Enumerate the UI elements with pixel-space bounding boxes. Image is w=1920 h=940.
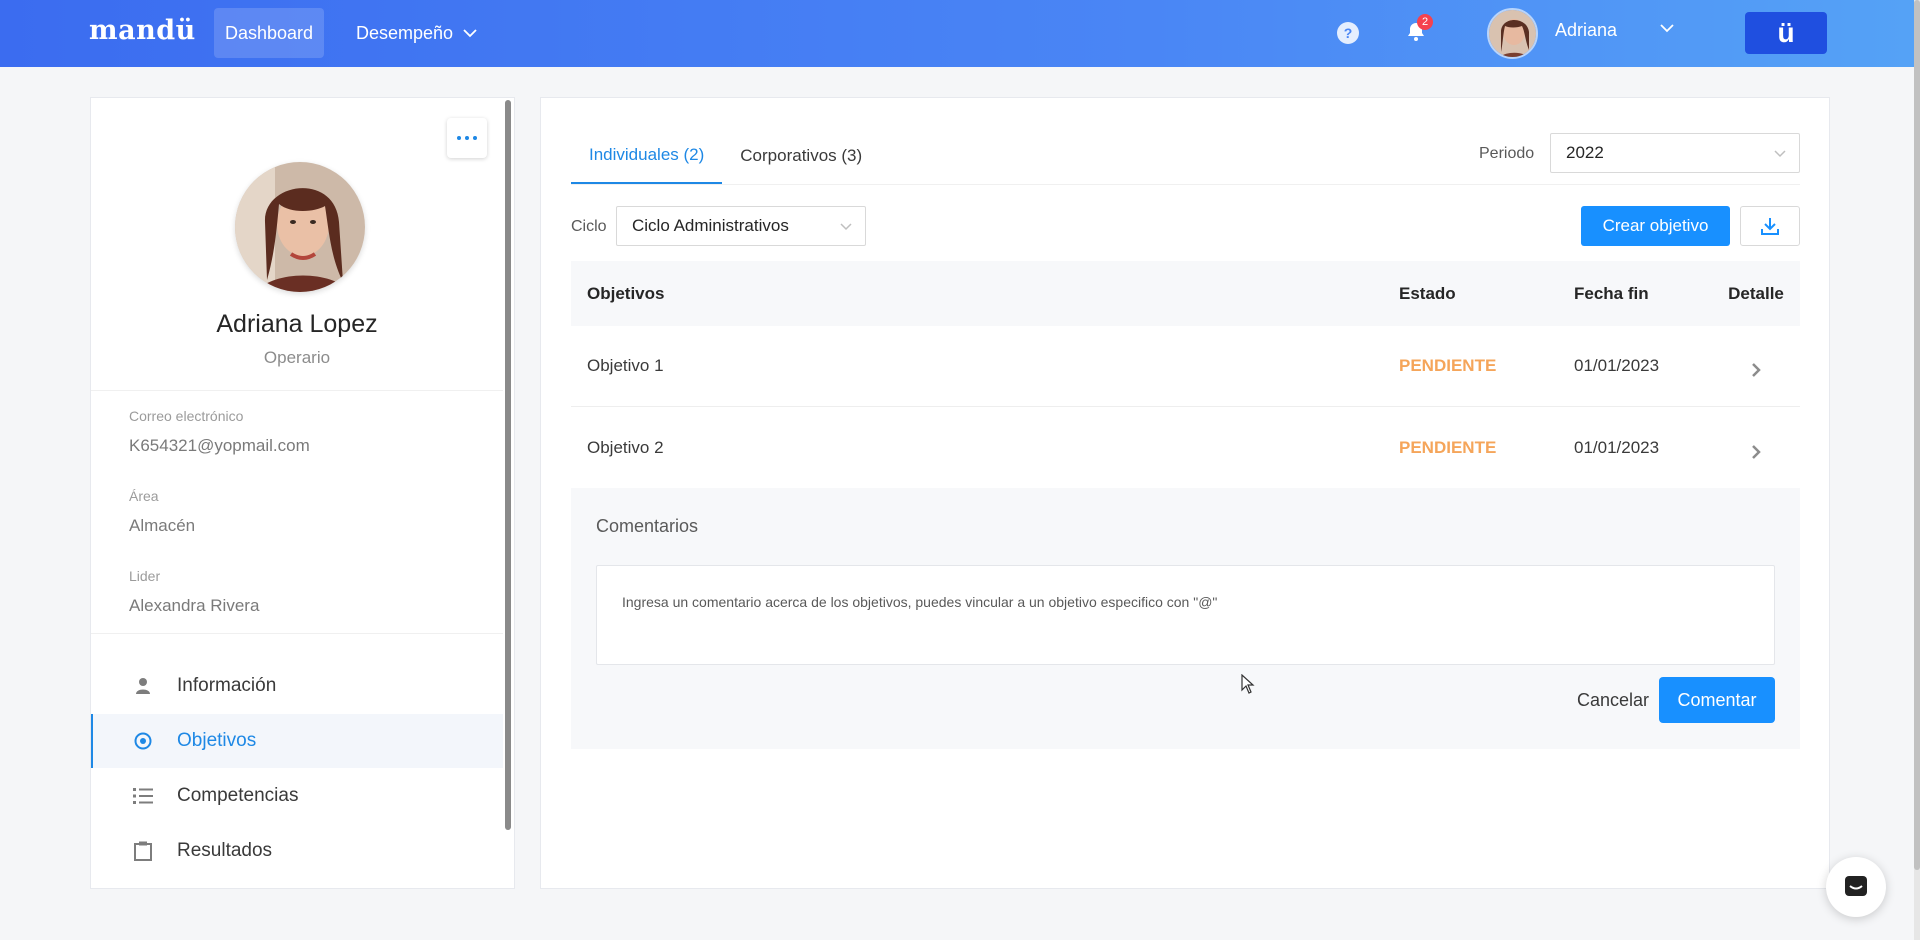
header-objetivos: Objetivos — [587, 283, 665, 303]
detail-button[interactable] — [1712, 436, 1800, 460]
cancel-button[interactable]: Cancelar — [1577, 690, 1649, 711]
periodo-value: 2022 — [1566, 143, 1604, 162]
tab-individuales[interactable]: Individuales (2) — [571, 128, 723, 184]
menu-item-informacion[interactable]: Información — [91, 659, 503, 713]
menu-item-competencias[interactable]: Competencias — [91, 769, 503, 823]
mouse-cursor-icon — [1241, 674, 1255, 694]
chevron-down-icon — [463, 28, 477, 37]
ciclo-select[interactable]: Ciclo Administrativos — [616, 206, 866, 246]
divider — [91, 390, 503, 391]
list-icon — [129, 787, 157, 805]
profile-avatar — [235, 162, 365, 292]
status-badge: PENDIENTE — [1399, 437, 1497, 457]
header-estado: Estado — [1399, 283, 1456, 303]
table-header: Objetivos Estado Fecha fin Detalle — [571, 261, 1800, 326]
nav-dashboard[interactable]: Dashboard — [214, 8, 324, 58]
user-name[interactable]: Adriana — [1555, 20, 1617, 41]
profile-card: Adriana Lopez Operario Correo electrónic… — [90, 97, 515, 889]
objectives-panel: Individuales (2) Corporativos (3) Period… — [540, 97, 1830, 889]
user-icon — [129, 677, 157, 695]
end-date: 01/01/2023 — [1574, 437, 1660, 457]
table-row[interactable]: Objetivo 1 PENDIENTE 01/01/2023 — [571, 326, 1800, 407]
download-button[interactable] — [1740, 206, 1800, 246]
status-badge: PENDIENTE — [1399, 356, 1497, 375]
create-objective-button[interactable]: Crear objetivo — [1581, 206, 1730, 246]
detail-button[interactable] — [1712, 354, 1800, 378]
card-scrollbar[interactable] — [505, 100, 511, 830]
profile-name: Adriana Lopez — [216, 310, 378, 338]
target-icon — [129, 731, 157, 751]
brand-button[interactable]: ü — [1745, 12, 1827, 54]
chat-launcher-button[interactable] — [1826, 857, 1886, 917]
objective-name: Objetivo 1 — [587, 356, 664, 375]
more-options-button[interactable] — [447, 118, 487, 158]
ciclo-value: Ciclo Administrativos — [632, 216, 789, 235]
comments-title: Comentarios — [596, 516, 699, 536]
comment-submit-button[interactable]: Comentar — [1659, 677, 1775, 723]
objectives-table: Objetivos Estado Fecha fin Detalle Objet… — [571, 261, 1800, 488]
app-logo[interactable]: mandü — [89, 15, 196, 46]
periodo-select[interactable]: 2022 — [1550, 133, 1800, 173]
header-detalle: Detalle — [1728, 283, 1784, 303]
leader-label: Lider — [129, 568, 161, 584]
menu-item-objetivos[interactable]: Objetivos — [91, 714, 503, 768]
menu-item-label: Objetivos — [177, 730, 257, 751]
email-value: K654321@yopmail.com — [129, 436, 310, 455]
chevron-down-icon — [840, 223, 852, 231]
menu-item-label: Competencias — [177, 785, 299, 806]
menu-item-label: Resultados — [177, 840, 273, 861]
leader-value: Alexandra Rivera — [129, 596, 260, 615]
email-label: Correo electrónico — [129, 408, 244, 424]
nav-desempeno[interactable]: Desempeño — [356, 8, 477, 58]
chevron-right-icon — [1752, 363, 1761, 377]
tabs: Individuales (2) Corporativos (3) — [571, 128, 880, 184]
area-value: Almacén — [129, 516, 196, 535]
area-label: Área — [129, 488, 159, 504]
tabs-divider — [571, 184, 1800, 185]
profile-role: Operario — [263, 348, 331, 367]
menu-item-label: Información — [177, 675, 277, 696]
help-icon[interactable]: ? — [1337, 22, 1359, 44]
nav-desempeno-label: Desempeño — [356, 22, 454, 43]
chevron-down-icon[interactable] — [1660, 24, 1674, 33]
notification-badge: 2 — [1417, 14, 1433, 30]
menu-item-resultados[interactable]: Resultados — [91, 824, 503, 878]
user-avatar[interactable] — [1487, 8, 1538, 59]
periodo-label: Periodo — [1479, 145, 1535, 162]
comment-input[interactable]: Ingresa un comentario acerca de los obje… — [596, 565, 1775, 665]
comments-section: Comentarios Ingresa un comentario acerca… — [571, 488, 1800, 749]
scrollbar-thumb[interactable] — [1914, 0, 1920, 870]
ciclo-label: Ciclo — [571, 218, 607, 235]
objective-name: Objetivo 2 — [587, 437, 664, 457]
chevron-down-icon — [1774, 150, 1786, 158]
header-fecha-fin: Fecha fin — [1574, 283, 1649, 303]
chevron-right-icon — [1752, 444, 1761, 459]
clipboard-icon — [129, 841, 157, 861]
top-navbar: mandü Dashboard Desempeño ? 2 Adriana ü — [0, 0, 1914, 67]
end-date: 01/01/2023 — [1574, 356, 1660, 375]
download-icon — [1761, 218, 1779, 235]
divider — [91, 633, 503, 634]
table-row[interactable]: Objetivo 2 PENDIENTE 01/01/2023 — [571, 407, 1800, 488]
tab-corporativos[interactable]: Corporativos (3) — [722, 128, 880, 184]
page-scrollbar[interactable] — [1914, 0, 1920, 940]
chat-icon — [1845, 876, 1867, 896]
